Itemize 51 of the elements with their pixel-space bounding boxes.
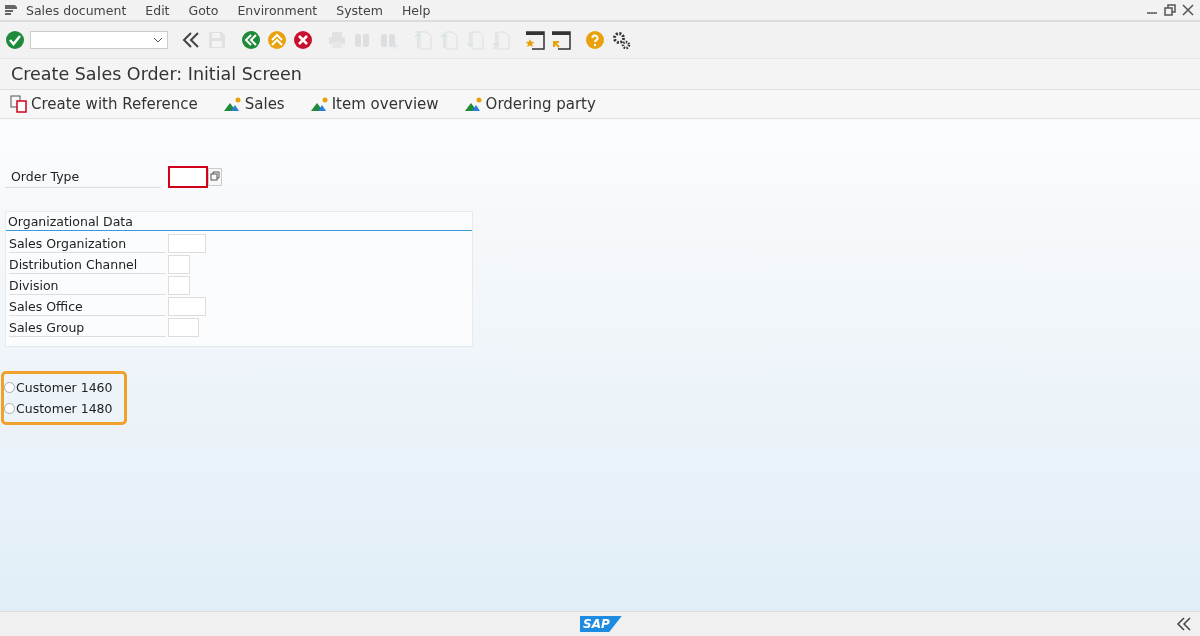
menu-item[interactable]: Environment [237, 2, 318, 18]
cancel-icon[interactable] [293, 30, 313, 50]
input-field[interactable] [168, 318, 199, 337]
menu-item[interactable]: Edit [145, 2, 170, 18]
field-label: Distribution Channel [9, 255, 166, 274]
radio-button[interactable] [4, 382, 15, 393]
input-field[interactable] [168, 276, 190, 295]
menu-icon[interactable] [4, 4, 18, 16]
help-icon[interactable] [585, 30, 605, 50]
double-chevron-icon[interactable] [1176, 616, 1192, 632]
toolbar-button[interactable]: Create with Reference [6, 93, 202, 115]
logo: SAP [580, 616, 622, 632]
toolbar-button[interactable]: Ordering party [460, 93, 600, 115]
radio-option[interactable]: Customer 1480 [4, 398, 124, 419]
menu-item[interactable]: Goto [188, 2, 219, 18]
settings-icon[interactable] [611, 30, 631, 50]
copy-document-icon [10, 95, 28, 113]
mountain-icon [223, 95, 242, 113]
menu-item[interactable]: Sales document [26, 2, 127, 18]
radio-label: Customer 1460 [16, 380, 113, 395]
field-label: Sales Group [9, 318, 166, 337]
radio-option[interactable]: Customer 1460 [4, 377, 124, 398]
screen-title: Create Sales Order: Initial Screen [11, 64, 302, 84]
menu-item[interactable]: System [336, 2, 383, 18]
mountain-icon [464, 95, 483, 113]
field-label: Division [9, 276, 166, 295]
check-icon[interactable] [5, 30, 25, 50]
input-field[interactable] [168, 255, 190, 274]
toolbar-button[interactable]: Sales [219, 93, 289, 115]
field-label: Sales Organization [9, 234, 166, 253]
input-field[interactable] [168, 297, 206, 316]
back-icon[interactable] [241, 30, 261, 50]
command-field[interactable] [30, 31, 168, 49]
window-star-icon[interactable] [525, 30, 545, 50]
restore-icon[interactable] [1164, 4, 1176, 16]
up-icon[interactable] [267, 30, 287, 50]
menu-item[interactable]: Help [401, 2, 431, 18]
window-arrow-icon[interactable] [551, 30, 571, 50]
field-label: Sales Office [9, 297, 166, 316]
value-help-icon[interactable] [208, 168, 222, 186]
order-type-field[interactable] [169, 167, 207, 187]
input-field[interactable] [168, 234, 206, 253]
group-title: Organizational Data [6, 212, 472, 231]
double-chevron-icon[interactable] [181, 30, 201, 50]
caret-icon[interactable] [153, 37, 163, 43]
mountain-icon [310, 95, 329, 113]
radio-button[interactable] [4, 403, 15, 414]
toolbar-button[interactable]: Item overview [306, 93, 443, 115]
radio-label: Customer 1480 [16, 401, 113, 416]
close-icon[interactable] [1182, 4, 1194, 16]
field-label: Order Type [5, 166, 161, 188]
